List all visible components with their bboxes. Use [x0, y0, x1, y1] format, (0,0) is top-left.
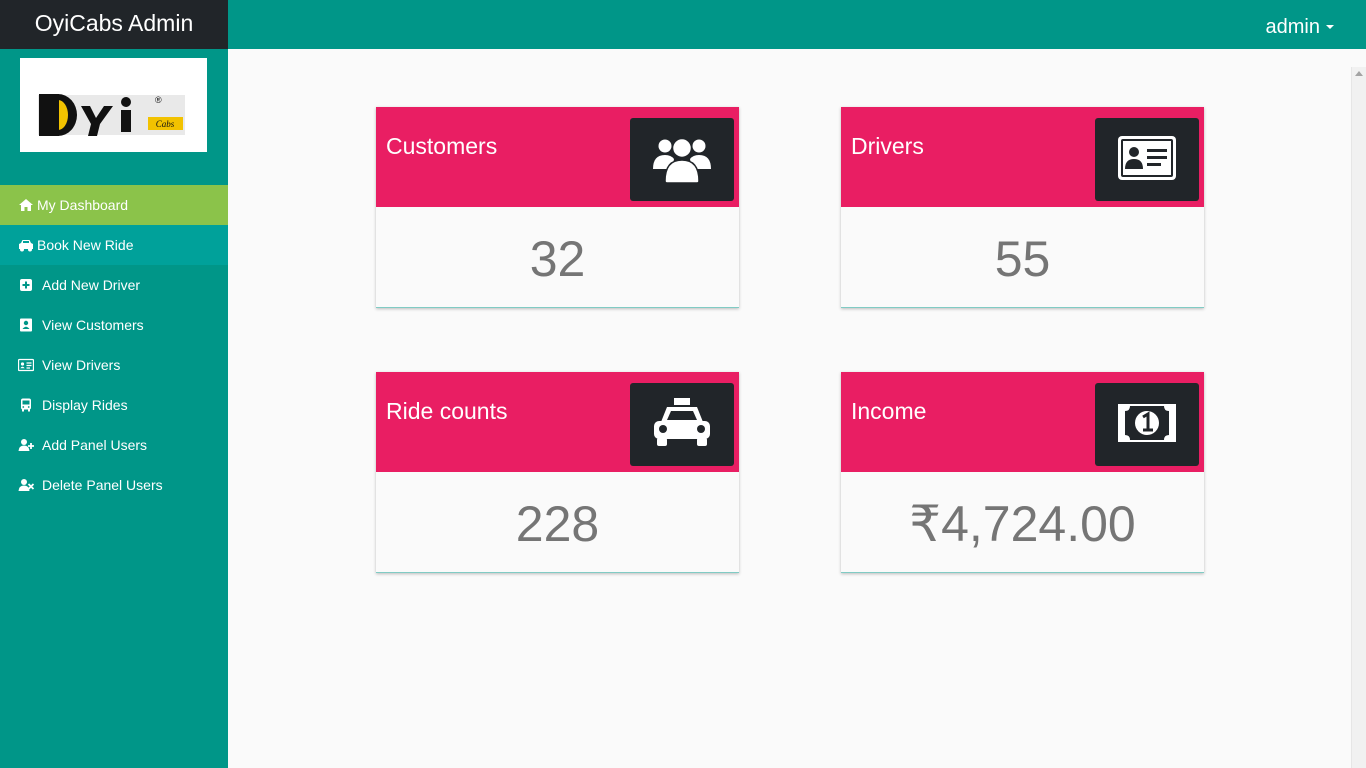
- drivers-card[interactable]: Drivers 55: [841, 107, 1204, 308]
- card-icon-box: [1095, 383, 1199, 466]
- svg-text:®: ®: [155, 95, 162, 105]
- address-book-icon: [20, 318, 32, 332]
- customers-card[interactable]: Customers 32: [376, 107, 739, 308]
- sidebar-item-label: Display Rides: [42, 397, 128, 413]
- oyicabs-logo: Cabs ®: [38, 94, 185, 136]
- user-times-icon: [18, 478, 34, 491]
- sidebar: Cabs ® My Dashboard Book New Ride Add Ne…: [0, 49, 228, 768]
- user-plus-icon: [18, 438, 34, 451]
- user-dropdown[interactable]: admin: [1266, 0, 1334, 49]
- brand-title[interactable]: OyiCabs Admin: [0, 0, 228, 49]
- card-header: Drivers: [841, 107, 1204, 207]
- sidebar-item-display-rides[interactable]: Display Rides: [0, 385, 228, 425]
- logo: Cabs ®: [20, 58, 207, 152]
- money-bill-icon: [1118, 404, 1176, 442]
- users-icon: [653, 137, 711, 184]
- sidebar-item-delete-panel-users[interactable]: Delete Panel Users: [0, 465, 228, 505]
- card-value: 55: [994, 231, 1051, 287]
- sidebar-item-add-panel-users[interactable]: Add Panel Users: [0, 425, 228, 465]
- sidebar-item-view-drivers[interactable]: View Drivers: [0, 345, 228, 385]
- card-icon-box: [1095, 118, 1199, 201]
- income-card[interactable]: Income ₹4,724.00: [841, 372, 1204, 573]
- page-scrollbar[interactable]: [1351, 67, 1366, 768]
- sidebar-item-label: My Dashboard: [37, 197, 129, 213]
- top-navbar: OyiCabs Admin admin: [0, 0, 1366, 49]
- sidebar-item-add-new-driver[interactable]: Add New Driver: [0, 265, 228, 305]
- caret-down-icon: [1326, 24, 1334, 29]
- sidebar-item-label: Delete Panel Users: [42, 477, 163, 493]
- bus-icon: [21, 398, 31, 412]
- sidebar-item-book-new-ride[interactable]: Book New Ride: [0, 225, 228, 265]
- card-title: Customers: [386, 133, 498, 159]
- card-value: 32: [529, 231, 586, 287]
- card-header: Income: [841, 372, 1204, 472]
- scroll-up-arrow-icon[interactable]: [1355, 71, 1363, 76]
- card-header: Ride counts: [376, 372, 739, 472]
- card-value: 228: [515, 496, 600, 552]
- card-title: Income: [851, 398, 927, 424]
- home-icon: [19, 198, 33, 211]
- card-title: Drivers: [851, 133, 924, 159]
- sidebar-item-label: Add New Driver: [42, 277, 141, 293]
- ride-counts-card[interactable]: Ride counts 228: [376, 372, 739, 573]
- sidebar-item-label: View Drivers: [42, 357, 121, 373]
- id-card-icon: [18, 358, 34, 371]
- sidebar-item-label: Add Panel Users: [42, 437, 148, 453]
- car-icon: [19, 239, 33, 252]
- id-card-icon: [1118, 136, 1176, 180]
- card-title: Ride counts: [386, 398, 508, 424]
- user-name: admin: [1265, 16, 1320, 38]
- sidebar-nav: My Dashboard Book New Ride Add New Drive…: [0, 185, 228, 505]
- card-icon-box: [630, 383, 734, 466]
- sidebar-item-label: Book New Ride: [37, 237, 134, 253]
- card-icon-box: [630, 118, 734, 201]
- card-value: ₹4,724.00: [909, 496, 1136, 552]
- sidebar-item-view-customers[interactable]: View Customers: [0, 305, 228, 345]
- plus-square-icon: [20, 278, 32, 291]
- sidebar-item-label: View Customers: [42, 317, 144, 333]
- taxi-icon: [654, 398, 710, 446]
- logo-sub: Cabs: [156, 119, 175, 129]
- sidebar-item-my-dashboard[interactable]: My Dashboard: [0, 185, 228, 225]
- card-header: Customers: [376, 107, 739, 207]
